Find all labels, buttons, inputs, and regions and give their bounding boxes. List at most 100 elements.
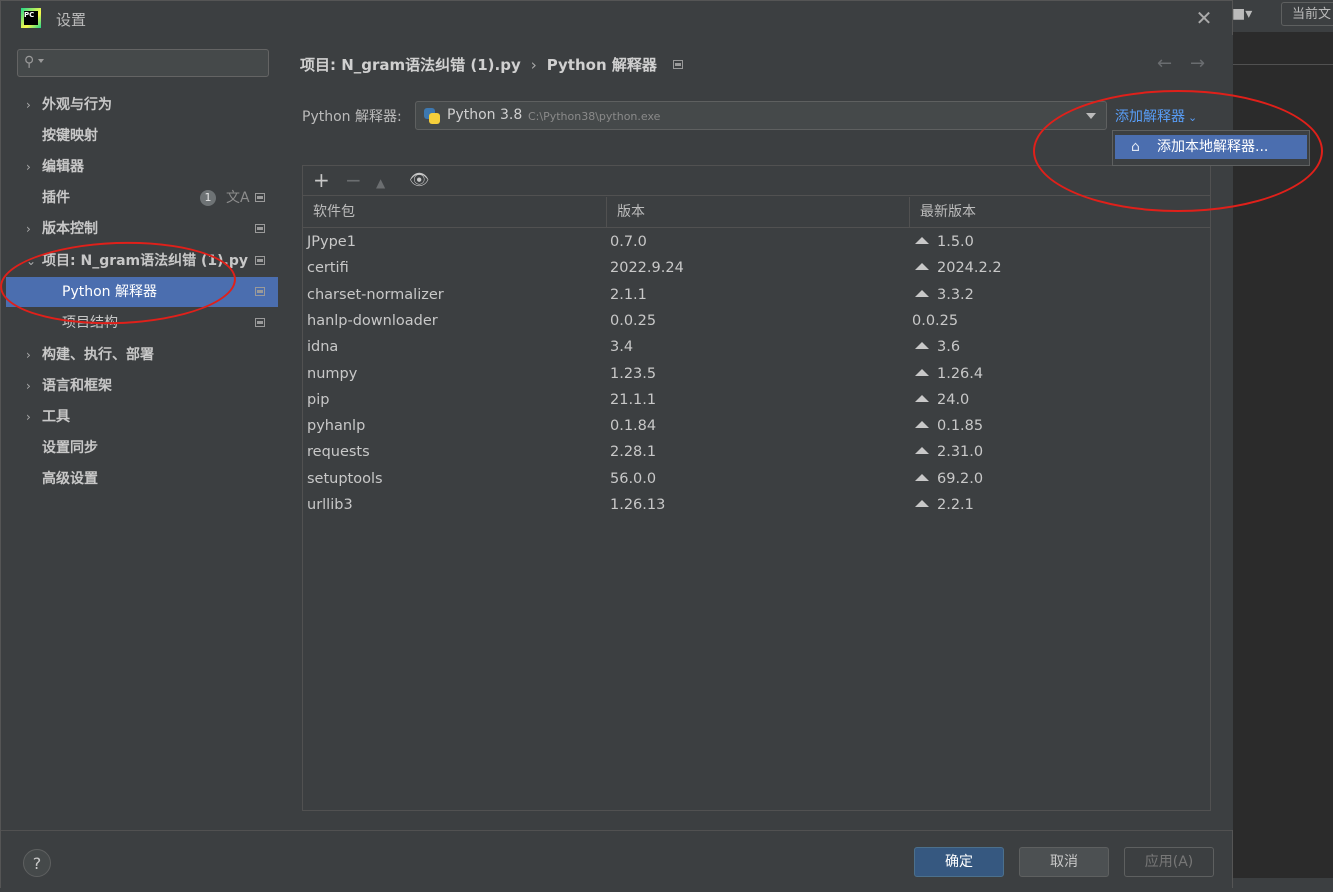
sidebar-item-advanced[interactable]: 高级设置 [6, 464, 278, 494]
menu-item-label: 添加本地解释器... [1157, 139, 1269, 155]
sidebar-item-build[interactable]: › 构建、执行、部署 [6, 340, 278, 370]
package-name: numpy [307, 365, 358, 382]
sidebar-item-plugins[interactable]: 插件 1 文A [6, 183, 278, 213]
package-name: pip [307, 391, 330, 408]
sidebar-item-project[interactable]: ⌄ 项目: N_gram语法纠错 (1).py [6, 246, 278, 276]
dialog-title: 设置 [56, 11, 87, 29]
user-icon[interactable]: ■▾ [1232, 6, 1260, 24]
add-interpreter-link[interactable]: 添加解释器 ⌄ [1115, 106, 1197, 126]
settings-search-input[interactable]: ⚲ [17, 49, 269, 77]
sidebar-item-editor[interactable]: › 编辑器 [6, 152, 278, 182]
package-latest-version: 2.31.0 [912, 439, 983, 465]
help-button[interactable]: ? [23, 849, 51, 877]
upgrade-available-icon [915, 289, 929, 297]
upgrade-available-icon [915, 421, 929, 429]
chevron-down-icon: ⌄ [1188, 111, 1198, 124]
table-row[interactable]: charset-normalizer 2.1.1 3.3.2 [303, 282, 1210, 308]
column-header-version[interactable]: 版本 [607, 197, 910, 227]
package-latest-version: 0.1.85 [912, 413, 983, 439]
sidebar-item-label: 工具 [42, 409, 70, 425]
sidebar-item-project-structure[interactable]: 项目结构 [6, 308, 278, 338]
column-header-package[interactable]: 软件包 [303, 197, 607, 227]
home-icon: ⌂ [1131, 139, 1140, 155]
sidebar-item-appearance[interactable]: › 外观与行为 [6, 90, 278, 120]
table-row[interactable]: setuptools 56.0.0 69.2.0 [303, 466, 1210, 492]
sidebar-item-label: 高级设置 [42, 471, 98, 487]
sidebar-item-label: Python 解释器 [62, 284, 157, 300]
package-name: setuptools [307, 470, 383, 487]
table-row[interactable]: pip 21.1.1 24.0 [303, 387, 1210, 413]
chevron-right-icon[interactable]: › [26, 371, 31, 401]
breadcrumb-project[interactable]: 项目: N_gram语法纠错 (1).py [300, 56, 521, 74]
package-version: 3.4 [610, 339, 634, 356]
cancel-button[interactable]: 取消 [1019, 847, 1109, 877]
upgrade-package-icon[interactable]: ▲ [376, 172, 385, 194]
table-row[interactable]: urllib3 1.26.13 2.2.1 [303, 492, 1210, 518]
sidebar-item-version-control[interactable]: › 版本控制 [6, 214, 278, 244]
package-version: 1.23.5 [610, 365, 657, 382]
chevron-right-icon[interactable]: › [26, 340, 31, 370]
breadcrumb-separator-icon: › [530, 56, 537, 74]
sidebar-item-label: 外观与行为 [42, 97, 112, 113]
package-name: certifi [307, 260, 349, 277]
current-file-button[interactable]: 当前文 [1281, 2, 1333, 26]
upgrade-available-icon [915, 263, 929, 271]
packages-panel: + − ▲ 👁 软件包 版本 最新版本 JPype1 0.7.0 1.5.0 cert… [302, 165, 1211, 811]
table-row[interactable]: certifi 2022.9.24 2024.2.2 [303, 255, 1210, 281]
latest-version-text: 2024.2.2 [937, 260, 1002, 277]
table-row[interactable]: pyhanlp 0.1.84 0.1.85 [303, 413, 1210, 439]
sidebar-item-label: 构建、执行、部署 [42, 347, 154, 363]
latest-version-text: 1.5.0 [937, 234, 974, 250]
ok-button[interactable]: 确定 [914, 847, 1004, 877]
chevron-right-icon[interactable]: › [26, 402, 31, 432]
search-options-chevron-icon[interactable] [38, 59, 44, 63]
show-early-releases-eye-icon[interactable]: 👁 [409, 169, 429, 191]
table-row[interactable]: hanlp-downloader 0.0.25 0.0.25 [303, 308, 1210, 334]
add-interpreter-label: 添加解释器 [1115, 109, 1185, 125]
close-icon[interactable]: ✕ [1193, 7, 1215, 29]
sidebar-item-tools[interactable]: › 工具 [6, 402, 278, 432]
sidebar-item-languages[interactable]: › 语言和框架 [6, 371, 278, 401]
interpreter-label: Python 解释器: [302, 109, 402, 125]
package-name: JPype1 [307, 234, 356, 250]
package-version: 1.26.13 [610, 497, 666, 513]
menu-item-add-local-interpreter[interactable]: ⌂ 添加本地解释器... [1115, 135, 1307, 159]
dialog-titlebar: PC 设置 ✕ [1, 1, 1232, 35]
table-row[interactable]: numpy 1.23.5 1.26.4 [303, 361, 1210, 387]
forward-arrow-icon[interactable]: → [1190, 53, 1205, 74]
project-scope-icon [255, 256, 265, 265]
column-header-latest-version[interactable]: 最新版本 [910, 197, 1210, 227]
interpreter-select[interactable]: Python 3.8 C:\Python38\python.exe [415, 101, 1107, 130]
dialog-footer: ? 确定 取消 应用(A) [1, 830, 1232, 888]
project-scope-icon [255, 318, 265, 327]
sidebar-item-label: 插件 [42, 190, 70, 206]
remove-package-icon[interactable]: − [345, 169, 362, 191]
package-version: 0.0.25 [610, 312, 657, 329]
settings-content: 项目: N_gram语法纠错 (1).py › Python 解释器 ← → Pyt… [278, 35, 1233, 830]
latest-version-text: 1.26.4 [937, 365, 984, 382]
sidebar-item-settings-sync[interactable]: 设置同步 [6, 433, 278, 463]
chevron-right-icon[interactable]: › [26, 214, 31, 244]
sidebar-item-label: 项目结构 [62, 315, 118, 331]
sidebar-item-keymap[interactable]: 按键映射 [6, 121, 278, 151]
package-name: pyhanlp [307, 418, 366, 435]
sidebar-item-label: 项目: N_gram语法纠错 (1).py [42, 253, 249, 269]
package-version: 2.1.1 [610, 286, 647, 303]
package-latest-version: 69.2.0 [912, 466, 983, 492]
chevron-down-icon[interactable] [1086, 113, 1096, 119]
chevron-right-icon[interactable]: › [26, 90, 31, 120]
table-row[interactable]: idna 3.4 3.6 [303, 334, 1210, 360]
add-interpreter-menu: ⌂ 添加本地解释器... [1112, 130, 1310, 166]
chevron-down-icon[interactable]: ⌄ [26, 246, 36, 276]
table-row[interactable]: JPype1 0.7.0 1.5.0 [303, 229, 1210, 255]
project-scope-icon [255, 193, 265, 202]
settings-sidebar: ⚲ › 外观与行为 按键映射 › 编辑器 插件 1 文A › 版本控制 ⌄ 项目… [6, 35, 278, 830]
package-name: charset-normalizer [307, 286, 444, 303]
packages-toolbar: + − ▲ 👁 [303, 166, 1210, 196]
apply-button[interactable]: 应用(A) [1124, 847, 1214, 877]
table-row[interactable]: requests 2.28.1 2.31.0 [303, 439, 1210, 465]
chevron-right-icon[interactable]: › [26, 152, 31, 182]
add-package-icon[interactable]: + [313, 169, 330, 191]
back-arrow-icon[interactable]: ← [1157, 53, 1172, 74]
sidebar-item-python-interpreter[interactable]: Python 解释器 [6, 277, 278, 307]
